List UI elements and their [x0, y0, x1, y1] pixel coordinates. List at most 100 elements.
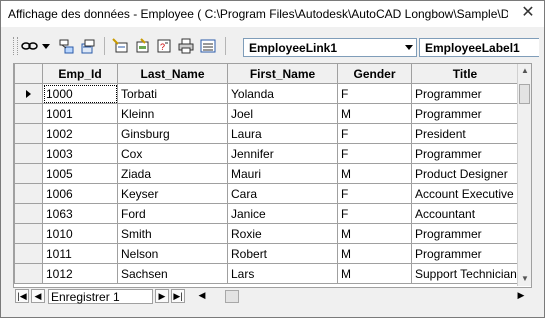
table-cell[interactable]: Nelson: [117, 243, 228, 264]
column-header-first-name[interactable]: First_Name: [227, 64, 338, 84]
data-grid[interactable]: Emp_Id Last_Name First_Name Gender Title…: [13, 63, 532, 288]
scroll-down-icon[interactable]: ▼: [520, 274, 530, 284]
link-new-icon[interactable]: [79, 37, 97, 55]
table-cell[interactable]: Account Executive: [411, 183, 519, 204]
scroll-thumb[interactable]: [519, 84, 530, 104]
table-cell[interactable]: F: [337, 203, 412, 224]
table-cell[interactable]: 1010: [42, 223, 118, 244]
table-row[interactable]: 1003 Cox Jennifer F Programmer: [14, 143, 519, 164]
row-selector[interactable]: [14, 263, 43, 284]
table-cell[interactable]: Sachsen: [117, 263, 228, 284]
scroll-thumb[interactable]: [225, 290, 239, 303]
row-selector[interactable]: [14, 163, 43, 184]
link-icon[interactable]: [21, 37, 39, 55]
table-cell[interactable]: 1003: [42, 143, 118, 164]
table-cell[interactable]: Mauri: [227, 163, 338, 184]
table-cell[interactable]: Roxie: [227, 223, 338, 244]
vertical-scrollbar[interactable]: ▲ ▼: [517, 64, 531, 286]
row-selector[interactable]: [14, 143, 43, 164]
previous-record-icon[interactable]: ◀: [31, 289, 45, 303]
close-icon[interactable]: ✕: [520, 5, 536, 21]
row-selector[interactable]: [14, 203, 43, 224]
link-select-icon[interactable]: [57, 37, 75, 55]
chevron-down-icon[interactable]: [405, 45, 413, 50]
table-row[interactable]: 1002 Ginsburg Laura F President: [14, 123, 519, 144]
table-cell[interactable]: F: [337, 83, 412, 104]
table-cell[interactable]: Product Designer: [411, 163, 519, 184]
column-header-emp-id[interactable]: Emp_Id: [42, 64, 118, 84]
table-cell[interactable]: Kleinn: [117, 103, 228, 124]
table-row[interactable]: 1006 Keyser Cara F Account Executive: [14, 183, 519, 204]
column-header-last-name[interactable]: Last_Name: [117, 64, 228, 84]
find-replace-icon[interactable]: ?: [155, 37, 173, 55]
table-row[interactable]: 1005 Ziada Mauri M Product Designer: [14, 163, 519, 184]
table-cell[interactable]: F: [337, 123, 412, 144]
table-cell[interactable]: President: [411, 123, 519, 144]
table-cell[interactable]: Janice: [227, 203, 338, 224]
table-cell[interactable]: 1001: [42, 103, 118, 124]
table-cell[interactable]: Programmer: [411, 143, 519, 164]
row-selector[interactable]: [14, 83, 43, 104]
table-cell[interactable]: Jennifer: [227, 143, 338, 164]
table-cell[interactable]: Programmer: [411, 83, 519, 104]
row-selector-header[interactable]: [14, 64, 43, 84]
table-cell[interactable]: 1011: [42, 243, 118, 264]
table-row[interactable]: 1012 Sachsen Lars M Support Technician: [14, 263, 519, 284]
table-cell[interactable]: Lars: [227, 263, 338, 284]
dropdown-arrow-icon[interactable]: [41, 37, 51, 55]
row-selector[interactable]: [14, 103, 43, 124]
table-cell[interactable]: M: [337, 223, 412, 244]
table-cell[interactable]: Keyser: [117, 183, 228, 204]
table-cell[interactable]: M: [337, 263, 412, 284]
table-cell[interactable]: Accountant: [411, 203, 519, 224]
table-cell[interactable]: Laura: [227, 123, 338, 144]
table-cell[interactable]: Joel: [227, 103, 338, 124]
table-cell[interactable]: Support Technician: [411, 263, 519, 284]
table-cell[interactable]: F: [337, 143, 412, 164]
table-cell[interactable]: Programmer: [411, 243, 519, 264]
scroll-up-icon[interactable]: ▲: [520, 66, 530, 76]
table-cell[interactable]: M: [337, 103, 412, 124]
row-selector[interactable]: [14, 183, 43, 204]
column-header-gender[interactable]: Gender: [337, 64, 412, 84]
table-row[interactable]: 1010 Smith Roxie M Programmer: [14, 223, 519, 244]
print-icon[interactable]: [177, 37, 195, 55]
link-template-select[interactable]: EmployeeLink1: [243, 38, 417, 57]
table-cell[interactable]: Ford: [117, 203, 228, 224]
toolbar-grip[interactable]: [13, 37, 18, 55]
table-row[interactable]: 1001 Kleinn Joel M Programmer: [14, 103, 519, 124]
label-template-select[interactable]: EmployeeLabel1: [419, 38, 539, 57]
next-record-icon[interactable]: ▶: [155, 289, 169, 303]
table-cell[interactable]: M: [337, 243, 412, 264]
table-cell[interactable]: 1000: [42, 83, 118, 104]
table-cell[interactable]: 1002: [42, 123, 118, 144]
table-cell[interactable]: Ziada: [117, 163, 228, 184]
table-cell[interactable]: Cox: [117, 143, 228, 164]
first-record-icon[interactable]: |◀: [15, 289, 29, 303]
table-cell[interactable]: F: [337, 183, 412, 204]
scroll-right-icon[interactable]: ▶: [514, 289, 528, 303]
table-cell[interactable]: 1006: [42, 183, 118, 204]
table-row[interactable]: 1011 Nelson Robert M Programmer: [14, 243, 519, 264]
table-cell[interactable]: Ginsburg: [117, 123, 228, 144]
table-cell[interactable]: Torbati: [117, 83, 228, 104]
table-row[interactable]: 1000 Torbati Yolanda F Programmer: [14, 83, 519, 104]
horizontal-scrollbar[interactable]: ◀ ▶: [195, 289, 530, 304]
label-icon[interactable]: [111, 37, 129, 55]
last-record-icon[interactable]: ▶|: [171, 289, 185, 303]
table-cell[interactable]: 1063: [42, 203, 118, 224]
record-field[interactable]: Enregistrer 1: [48, 289, 153, 304]
column-header-title[interactable]: Title: [411, 64, 519, 84]
format-icon[interactable]: [199, 37, 217, 55]
row-selector[interactable]: [14, 223, 43, 244]
scroll-left-icon[interactable]: ◀: [195, 289, 209, 303]
table-cell[interactable]: 1012: [42, 263, 118, 284]
table-cell[interactable]: Robert: [227, 243, 338, 264]
table-cell[interactable]: Cara: [227, 183, 338, 204]
table-cell[interactable]: Yolanda: [227, 83, 338, 104]
table-cell[interactable]: Smith: [117, 223, 228, 244]
row-selector[interactable]: [14, 123, 43, 144]
table-cell[interactable]: M: [337, 163, 412, 184]
label-update-icon[interactable]: [133, 37, 151, 55]
table-cell[interactable]: Programmer: [411, 103, 519, 124]
